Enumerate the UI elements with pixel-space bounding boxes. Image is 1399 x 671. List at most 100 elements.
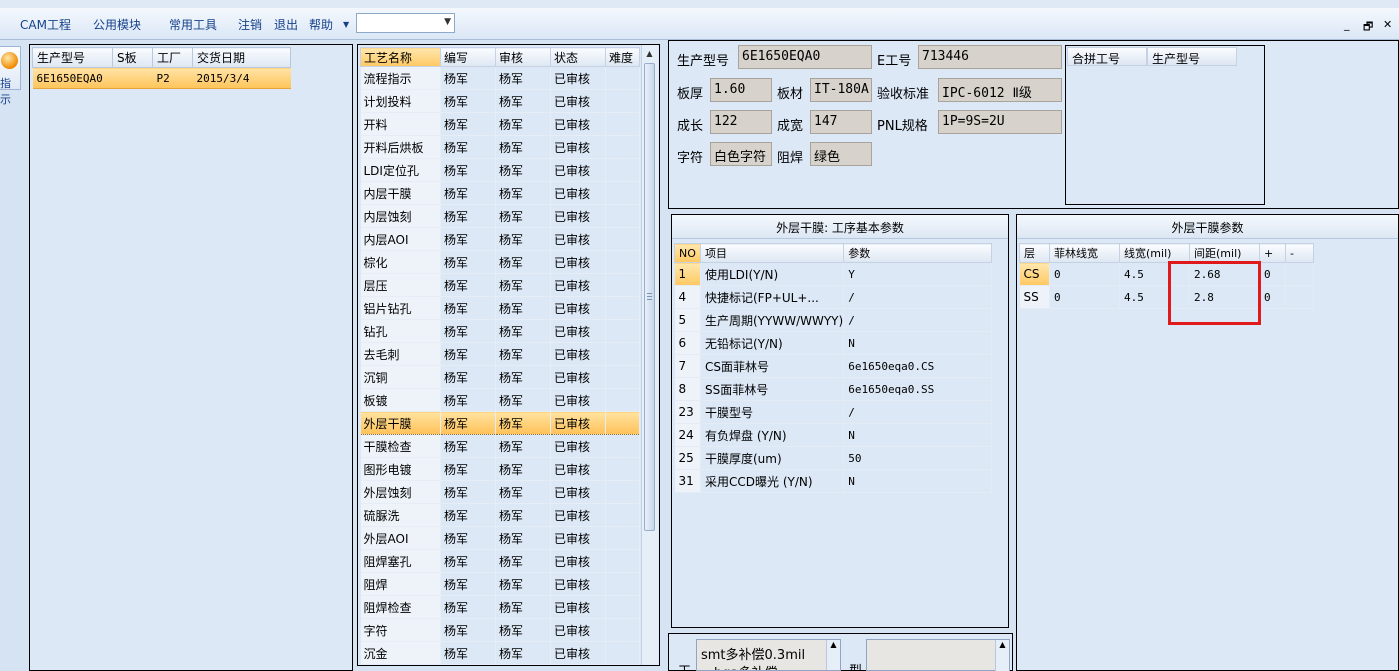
process-author: 杨军 [440,595,496,619]
param-row[interactable]: 31 采用CCD曝光 (Y/N) N [674,469,993,493]
process-row[interactable]: 阻焊 杨军 杨军 已审核 [360,572,640,596]
notes-textarea[interactable]: smt多补偿0.3mil ，bga多补偿 ▲ [696,639,841,671]
process-row[interactable]: 字符 杨军 杨军 已审核 [360,618,640,642]
process-row[interactable]: 沉铜 杨军 杨军 已审核 [360,365,640,389]
col-merge-job[interactable]: 合拼工号 [1067,47,1147,66]
col-s-board[interactable]: S板 [112,47,153,68]
col-line-width-mil[interactable]: 线宽(mil) [1119,243,1190,263]
process-row[interactable]: 流程指示 杨军 杨军 已审核 [360,66,640,90]
close-icon[interactable]: ✕ [1383,18,1392,31]
menu-exit[interactable]: 退出 [274,16,298,33]
col-spacing-mil[interactable]: 间距(mil) [1189,243,1260,263]
col-delivery-date[interactable]: 交货日期 [192,47,291,68]
grip-icon [647,299,652,300]
col-status[interactable]: 状态 [550,47,606,67]
process-row[interactable]: 外层蚀刻 杨军 杨军 已审核 [360,480,640,504]
process-row[interactable]: 阻焊检查 杨军 杨军 已审核 [360,595,640,619]
menu-help[interactable]: 帮助 [309,16,333,33]
pnl-value[interactable]: 1P=9S=2U [938,110,1062,134]
process-row[interactable]: 计划投料 杨军 杨军 已审核 [360,89,640,113]
ejob-value[interactable]: 713446 [918,45,1062,69]
film-params-body: CS 0 4.5 2.68 0 SS 0 4.5 2.8 0 [1019,262,1314,309]
process-row[interactable]: 图形电镀 杨军 杨军 已审核 [360,457,640,481]
col-merge-model[interactable]: 生产型号 [1147,47,1237,66]
menu-logout[interactable]: 注销 [238,16,262,33]
process-row[interactable]: LDI定位孔 杨军 杨军 已审核 [360,158,640,182]
process-row[interactable]: 铝片钻孔 杨军 杨军 已审核 [360,296,640,320]
scroll-thumb[interactable] [644,63,655,531]
scroll-up-icon[interactable]: ▲ [643,47,656,60]
restore-icon[interactable]: 🗗 [1363,18,1373,37]
process-scrollbar[interactable]: ▲ [641,45,658,665]
process-author: 杨军 [440,434,496,458]
param-row[interactable]: 7 CS面菲林号 6e1650eqa0.CS [674,354,993,378]
menu-cam-project[interactable]: CAM工程 [20,16,71,33]
col-layer[interactable]: 层 [1019,243,1050,263]
param-row[interactable]: 4 快捷标记(FP+UL+... / [674,285,993,309]
menu-dropdown[interactable]: ▼ [356,13,455,33]
process-row[interactable]: 外层AOI 杨军 杨军 已审核 [360,526,640,550]
char-value[interactable]: 白色字符 [710,142,772,166]
process-row[interactable]: 内层AOI 杨军 杨军 已审核 [360,227,640,251]
process-name: 计划投料 [360,89,441,113]
minimize-icon[interactable]: _ [1344,18,1350,31]
param-row[interactable]: 25 干膜厚度(um) 50 [674,446,993,470]
process-row[interactable]: 干膜检查 杨军 杨军 已审核 [360,434,640,458]
scroll-up-icon[interactable]: ▲ [830,640,836,649]
col-film-line-width[interactable]: 菲林线宽 [1049,243,1120,263]
process-row[interactable]: 内层蚀刻 杨军 杨军 已审核 [360,204,640,228]
process-row[interactable]: 层压 杨军 杨军 已审核 [360,273,640,297]
col-item[interactable]: 项目 [699,243,845,263]
col-minus[interactable]: - [1285,243,1314,263]
process-row[interactable]: 内层干膜 杨军 杨军 已审核 [360,181,640,205]
param-row[interactable]: 6 无铅标记(Y/N) N [674,331,993,355]
param-row[interactable]: 23 干膜型号 / [674,400,993,424]
help-dropdown-arrow-icon[interactable]: ▼ [343,20,349,29]
process-row[interactable]: 阻焊塞孔 杨军 杨军 已审核 [360,549,640,573]
scroll-up-icon[interactable]: ▲ [999,640,1005,649]
film-row[interactable]: CS 0 4.5 2.68 0 [1019,262,1314,286]
col-plus[interactable]: + [1259,243,1286,263]
instruction-button[interactable]: 指示 [0,46,21,106]
col-param[interactable]: 参数 [843,243,993,263]
material-value[interactable]: IT-180A [810,78,872,102]
process-author: 杨军 [440,296,496,320]
order-row[interactable]: 6E1650EQA0 P2 2015/3/4 [32,67,291,89]
notes-textarea-2[interactable]: ▲ [866,639,1010,671]
col-reviewer[interactable]: 审核 [495,47,551,67]
process-row[interactable]: 硫脲洗 杨军 杨军 已审核 [360,503,640,527]
col-factory[interactable]: 工厂 [152,47,193,68]
param-row[interactable]: 24 有负焊盘 (Y/N) N [674,423,993,447]
process-row[interactable]: 外层干膜 杨军 杨军 已审核 [360,411,640,435]
process-row[interactable]: 沉金 杨军 杨军 已审核 [360,641,640,665]
model-value[interactable]: 6E1650EQA0 [738,45,872,69]
film-row[interactable]: SS 0 4.5 2.8 0 [1019,285,1314,309]
width-value[interactable]: 147 [810,110,872,134]
col-no[interactable]: NO [674,243,701,263]
menu-common-tools[interactable]: 常用工具 [169,16,217,33]
process-row[interactable]: 板镀 杨军 杨军 已审核 [360,388,640,412]
notes-scrollbar-2[interactable]: ▲ [995,640,1009,671]
length-value[interactable]: 122 [710,110,772,134]
standard-value[interactable]: IPC-6012 Ⅱ级 [938,78,1062,102]
process-row[interactable]: 开料 杨军 杨军 已审核 [360,112,640,136]
col-difficulty[interactable]: 难度 [605,47,640,67]
mask-value[interactable]: 绿色 [810,142,872,166]
menu-common-modules[interactable]: 公用模块 [93,16,141,33]
process-name: 层压 [360,273,441,297]
notes-scrollbar[interactable]: ▲ [826,640,840,670]
thickness-value[interactable]: 1.60 [710,78,772,102]
process-row[interactable]: 去毛刺 杨军 杨军 已审核 [360,342,640,366]
process-author: 杨军 [440,135,496,159]
notes-label-right: 型 [849,660,862,671]
param-row[interactable]: 1 使用LDI(Y/N) Y [674,262,993,286]
param-value: 6e1650eqa0.SS [843,377,993,401]
process-row[interactable]: 钻孔 杨军 杨军 已审核 [360,319,640,343]
param-row[interactable]: 5 生产周期(YYWW/WWYY) / [674,308,993,332]
param-row[interactable]: 8 SS面菲林号 6e1650eqa0.SS [674,377,993,401]
col-model[interactable]: 生产型号 [32,47,113,68]
process-row[interactable]: 棕化 杨军 杨军 已审核 [360,250,640,274]
col-process-name[interactable]: 工艺名称 [360,47,441,67]
col-author[interactable]: 编写 [440,47,496,67]
process-row[interactable]: 开料后烘板 杨军 杨军 已审核 [360,135,640,159]
